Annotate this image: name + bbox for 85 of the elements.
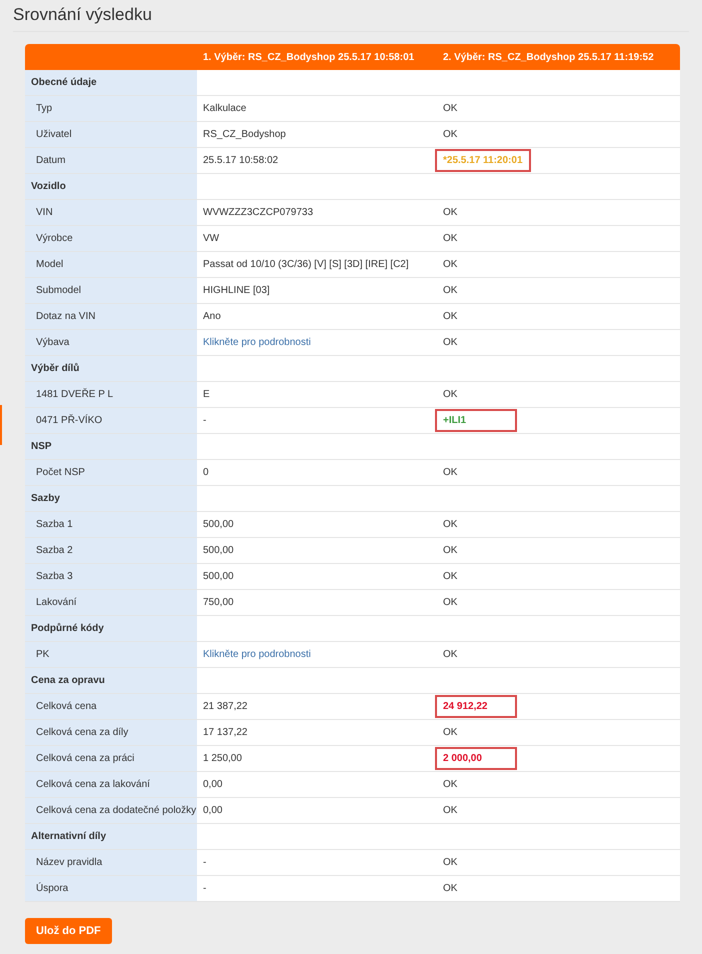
column-header: 1. Výběr: RS_CZ_Bodyshop 25.5.17 10:58:01 — [197, 44, 437, 70]
row-label: Sazba 3 — [25, 564, 197, 590]
row-label: 0471 PŘ-VÍKO — [25, 408, 197, 434]
row-value: 500,00 — [203, 519, 234, 530]
row-value: 0,00 — [203, 805, 222, 816]
edge-marker — [0, 405, 2, 445]
compare-result: OK — [443, 285, 458, 296]
compare-result: OK — [443, 389, 458, 400]
compare-result: *25.5.17 11:20:01 — [435, 149, 531, 172]
compare-result: OK — [443, 233, 458, 244]
row-value: Kalkulace — [203, 103, 246, 114]
section-title: Alternativní díly — [25, 824, 197, 850]
row-value: 17 137,22 — [203, 727, 248, 738]
row-value: HIGHLINE [03] — [203, 285, 270, 296]
compare-result: OK — [443, 545, 458, 556]
row-label: Submodel — [25, 278, 197, 304]
row-label: Dotaz na VIN — [25, 304, 197, 330]
row-label: Model — [25, 252, 197, 278]
row-label: Celková cena za díly — [25, 720, 197, 746]
compare-result: 24 912,22 — [435, 695, 517, 718]
compare-result: OK — [443, 857, 458, 868]
row-label: Celková cena za práci — [25, 746, 197, 772]
row-label: Datum — [25, 148, 197, 174]
row-label: Počet NSP — [25, 460, 197, 486]
row-value: - — [203, 883, 206, 894]
row-value: E — [203, 389, 210, 400]
row-label: Uživatel — [25, 122, 197, 148]
page-title: Srovnání výsledku — [13, 5, 152, 25]
row-label: Celková cena za lakování — [25, 772, 197, 798]
section-title: NSP — [25, 434, 197, 460]
row-value: - — [203, 415, 206, 426]
row-value: Ano — [203, 311, 221, 322]
compare-result: OK — [443, 467, 458, 478]
details-link[interactable]: Klikněte pro podrobnosti — [203, 649, 311, 660]
compare-result: OK — [443, 649, 458, 660]
section-title: Podpůrné kódy — [25, 616, 197, 642]
row-label: Výbava — [25, 330, 197, 356]
compare-result: OK — [443, 597, 458, 608]
row-value: 21 387,22 — [203, 701, 248, 712]
row-value: 500,00 — [203, 545, 234, 556]
compare-result: OK — [443, 571, 458, 582]
section-title: Vozidlo — [25, 174, 197, 200]
section-title: Sazby — [25, 486, 197, 512]
compare-result: OK — [443, 207, 458, 218]
section-title: Obecné údaje — [25, 70, 197, 96]
compare-result: OK — [443, 727, 458, 738]
column-header: 2. Výběr: RS_CZ_Bodyshop 25.5.17 11:19:52 — [437, 44, 680, 70]
row-value: VW — [203, 233, 220, 244]
row-label: Název pravidla — [25, 850, 197, 876]
row-label: VIN — [25, 200, 197, 226]
compare-result: OK — [443, 779, 458, 790]
row-label: 1481 DVEŘE P L — [25, 382, 197, 408]
section-title: Cena za opravu — [25, 668, 197, 694]
row-label: Sazba 1 — [25, 512, 197, 538]
row-label: Výrobce — [25, 226, 197, 252]
row-value: 750,00 — [203, 597, 234, 608]
row-value: 0 — [203, 467, 209, 478]
row-label: Celková cena za dodatečné položky — [25, 798, 197, 824]
row-label: Sazba 2 — [25, 538, 197, 564]
row-value: RS_CZ_Bodyshop — [203, 129, 286, 140]
row-value: 25.5.17 10:58:02 — [203, 155, 278, 166]
row-value: WVWZZZ3CZCP079733 — [203, 207, 314, 218]
compare-result: +ILI1 — [435, 409, 517, 432]
row-label: PK — [25, 642, 197, 668]
compare-result: OK — [443, 311, 458, 322]
compare-result: 2 000,00 — [435, 747, 517, 770]
details-link[interactable]: Klikněte pro podrobnosti — [203, 337, 311, 348]
section-title: Výběr dílů — [25, 356, 197, 382]
compare-result: OK — [443, 337, 458, 348]
save-pdf-button[interactable]: Ulož do PDF — [25, 918, 112, 944]
compare-result: OK — [443, 883, 458, 894]
compare-result: OK — [443, 259, 458, 270]
row-value: 1 250,00 — [203, 753, 242, 764]
row-label: Úspora — [25, 876, 197, 902]
row-label: Lakování — [25, 590, 197, 616]
row-label: Celková cena — [25, 694, 197, 720]
row-value: 0,00 — [203, 779, 222, 790]
row-value: Passat od 10/10 (3C/36) [V] [S] [3D] [IRE] [C2] — [203, 259, 409, 270]
row-value: 500,00 — [203, 571, 234, 582]
compare-result: OK — [443, 805, 458, 816]
row-label: Typ — [25, 96, 197, 122]
row-value: - — [203, 857, 206, 868]
compare-result: OK — [443, 519, 458, 530]
compare-result: OK — [443, 129, 458, 140]
compare-result: OK — [443, 103, 458, 114]
